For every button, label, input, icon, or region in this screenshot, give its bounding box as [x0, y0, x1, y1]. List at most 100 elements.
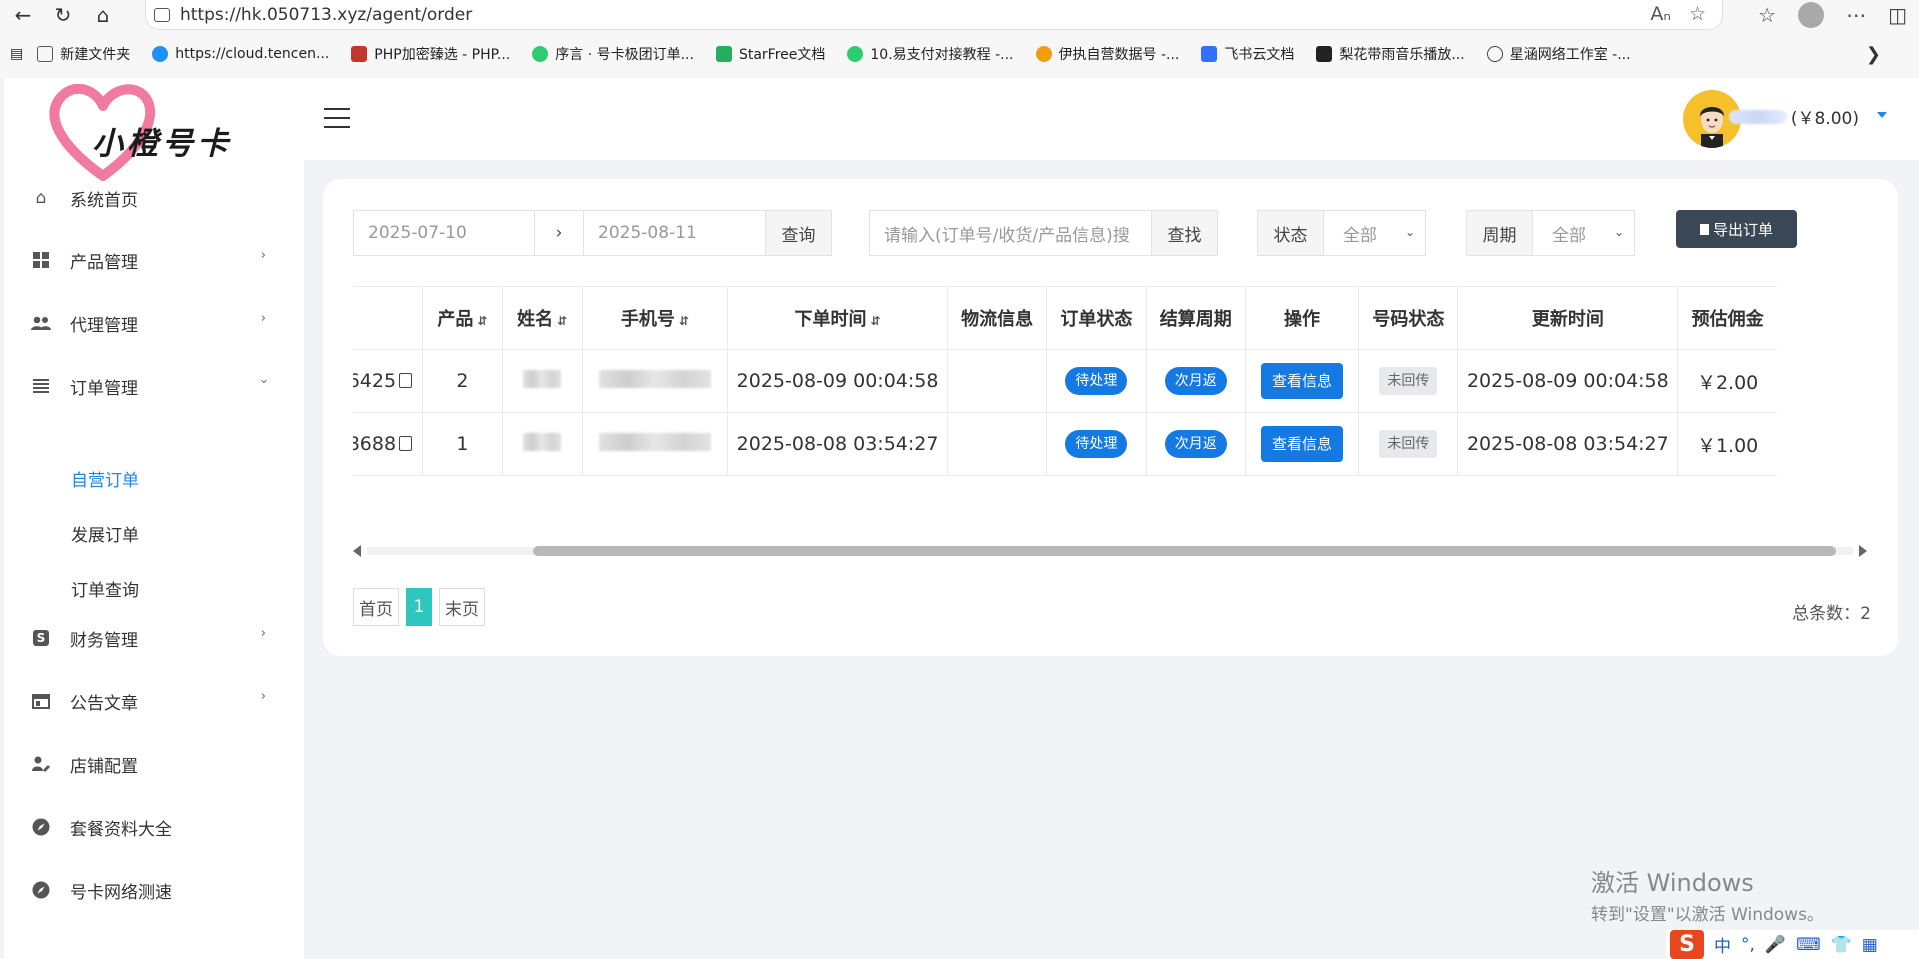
commission-cell: ￥2.00 — [1677, 349, 1777, 413]
order-no-cell: 96425 — [353, 349, 424, 413]
view-info-button[interactable]: 查看信息 — [1261, 363, 1344, 399]
page-current[interactable]: 1 — [406, 588, 432, 626]
sidebar-item-articles[interactable]: 公告文章 › — [4, 679, 304, 723]
header-phone[interactable]: 手机号 ⇵ — [582, 286, 729, 350]
apps-icon[interactable]: ▦ — [1862, 935, 1878, 955]
bookmarks-menu-icon[interactable]: ▤ — [10, 46, 23, 62]
sidebar-item-finance[interactable]: S 财务管理 › — [4, 616, 304, 660]
username-masked — [1728, 109, 1787, 124]
bookmark-label: 飞书云文档 — [1224, 47, 1295, 63]
action-cell: 查看信息 — [1245, 412, 1360, 476]
bookmark-item[interactable]: PHP加密臻选 - PHP... — [351, 44, 510, 64]
sidebar-item-label: 订单管理 — [70, 378, 138, 399]
header-name[interactable]: 姓名 ⇵ — [502, 286, 583, 350]
chevron-down-icon: ⌄ — [1613, 225, 1624, 239]
refresh-icon[interactable]: ↻ — [48, 2, 78, 28]
sidebar-item-orders[interactable]: 订单管理 › — [4, 364, 304, 408]
sogou-logo-icon[interactable]: S — [1670, 930, 1704, 959]
favorite-star-icon[interactable]: ☆ — [1689, 3, 1706, 25]
address-bar[interactable]: https://hk.050713.xyz/agent/order Aₙ ☆ — [145, 0, 1723, 30]
sidebar-item-products[interactable]: 产品管理 › — [4, 238, 304, 282]
home-icon[interactable]: ⌂ — [88, 2, 118, 28]
bookmark-item[interactable]: StarFree文档 — [715, 44, 825, 64]
commission-cell: ￥1.00 — [1677, 412, 1777, 476]
sort-icon: ⇵ — [870, 314, 881, 328]
last-page-button[interactable]: 末页 — [439, 588, 485, 626]
back-icon[interactable]: ← — [8, 2, 38, 28]
sidebar-subitem-order-query[interactable]: 订单查询 — [71, 576, 139, 601]
copy-icon[interactable] — [399, 436, 413, 451]
chevron-right-icon: › — [260, 248, 266, 263]
punctuation-icon[interactable]: °, — [1741, 935, 1755, 955]
bookmark-item[interactable]: 序言 · 号卡极团订单... — [532, 44, 694, 64]
logo[interactable]: 小橙号卡 — [48, 84, 248, 184]
cloud-icon — [152, 46, 169, 62]
end-date-input[interactable]: 2025-08-11 — [583, 210, 766, 256]
compass-icon — [31, 880, 51, 900]
php-icon — [351, 46, 368, 62]
menu-toggle-icon[interactable] — [324, 108, 350, 128]
sidebar-item-speedtest[interactable]: 号卡网络测速 — [4, 868, 304, 912]
scroll-left-icon[interactable] — [353, 545, 361, 557]
bookmark-item[interactable]: 10.易支付对接教程 -... — [847, 44, 1014, 64]
site-info-icon[interactable] — [154, 7, 170, 22]
sidebar-item-home[interactable]: ⌂ 系统首页 — [4, 176, 304, 220]
ime-lang[interactable]: 中 — [1714, 932, 1731, 957]
date-range-arrow-icon: › — [534, 210, 584, 256]
sidebar-item-label: 套餐资料大全 — [70, 819, 172, 840]
favorites-icon[interactable]: ☆ — [1758, 3, 1776, 27]
caret-down-icon[interactable] — [1877, 112, 1887, 118]
sidebar-item-agents[interactable]: 代理管理 › — [4, 301, 304, 345]
status-select[interactable]: 全部 ⌄ — [1323, 210, 1426, 256]
music-icon — [1316, 46, 1333, 62]
header-order-status: 订单状态 — [1046, 286, 1147, 350]
query-button[interactable]: 查询 — [765, 210, 832, 256]
sidebar-item-label: 系统首页 — [70, 190, 138, 211]
chevron-right-icon[interactable]: ❯ — [1866, 44, 1881, 65]
user-balance[interactable]: (￥8.00) — [1728, 104, 1859, 129]
search-input[interactable]: 请输入(订单号/收货/产品信息)搜 — [869, 210, 1152, 256]
folder-icon — [37, 46, 54, 62]
scroll-right-icon[interactable] — [1859, 545, 1867, 557]
sidebar-subitem-self-orders[interactable]: 自营订单 — [71, 466, 139, 491]
horizontal-scrollbar[interactable] — [353, 542, 1867, 560]
bookmark-item[interactable]: https://cloud.tencen... — [152, 46, 329, 62]
product-cell: 2 — [422, 349, 503, 413]
scroll-thumb[interactable] — [533, 546, 1836, 556]
header-label: 产品 — [437, 309, 474, 330]
export-orders-button[interactable]: 导出订单 — [1676, 210, 1797, 248]
sidebar-item-shop-config[interactable]: 店铺配置 — [4, 742, 304, 786]
sidebar-toggle-icon[interactable]: ◫ — [1888, 3, 1907, 27]
first-page-button[interactable]: 首页 — [353, 588, 399, 626]
bookmark-item[interactable]: 新建文件夹 — [37, 44, 130, 64]
pagination: 首页 1 末页 — [353, 588, 485, 626]
bookmark-label: PHP加密臻选 - PHP... — [374, 47, 511, 63]
cycle-select[interactable]: 全部 ⌄ — [1532, 210, 1635, 256]
table-header-row: 产品 ⇵ 姓名 ⇵ 手机号 ⇵ 下单时间 ⇵ 物流信息 订单状态 结算周期 操作 号码状… — [353, 286, 1777, 350]
find-button[interactable]: 查找 — [1151, 210, 1218, 256]
bookmark-item[interactable]: 星涵网络工作室 -... — [1486, 44, 1631, 64]
header-product[interactable]: 产品 ⇵ — [422, 286, 503, 350]
bookmark-item[interactable]: 梨花带雨音乐播放... — [1316, 44, 1465, 64]
skin-icon[interactable]: 👕 — [1831, 935, 1852, 955]
user-edit-icon — [31, 754, 51, 774]
start-date-input[interactable]: 2025-07-10 — [353, 210, 535, 256]
copy-icon[interactable] — [399, 373, 413, 388]
bookmark-item[interactable]: 伊执自营数据号 -... — [1035, 44, 1179, 64]
orders-table: 产品 ⇵ 姓名 ⇵ 手机号 ⇵ 下单时间 ⇵ 物流信息 订单状态 结算周期 操作 号码状… — [353, 286, 1777, 476]
phone-cell — [582, 349, 729, 413]
more-icon[interactable]: ⋯ — [1846, 3, 1866, 27]
orders-card: 2025-07-10 › 2025-08-11 查询 请输入(订单号/收货/产品… — [323, 179, 1898, 656]
microphone-icon[interactable]: 🎤 — [1765, 935, 1786, 955]
cycle-badge: 次月返 — [1164, 430, 1227, 458]
header-order-time[interactable]: 下单时间 ⇵ — [727, 286, 948, 350]
keyboard-icon[interactable]: ⌨ — [1796, 935, 1821, 955]
bookmark-item[interactable]: 飞书云文档 — [1201, 44, 1294, 64]
orders-table-wrap[interactable]: 产品 ⇵ 姓名 ⇵ 手机号 ⇵ 下单时间 ⇵ 物流信息 订单状态 结算周期 操作 号码状… — [353, 286, 1867, 476]
profile-icon[interactable] — [1798, 2, 1825, 28]
read-aloud-icon[interactable]: Aₙ — [1650, 3, 1671, 25]
sidebar-item-packages[interactable]: 套餐资料大全 — [4, 805, 304, 849]
chevron-down-icon: ⌄ — [1404, 225, 1415, 239]
view-info-button[interactable]: 查看信息 — [1261, 426, 1344, 462]
sidebar-subitem-dev-orders[interactable]: 发展订单 — [71, 521, 139, 546]
